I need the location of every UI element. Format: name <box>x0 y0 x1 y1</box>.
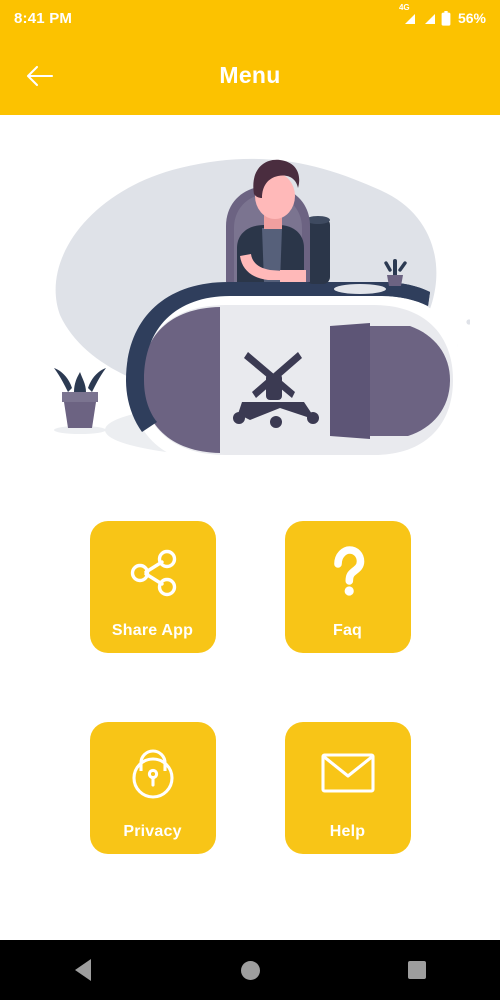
page-title: Menu <box>219 62 281 88</box>
recents-square-icon <box>407 961 426 979</box>
envelope-icon <box>285 722 411 824</box>
nav-back-button[interactable] <box>0 940 167 1000</box>
signal-4g-icon: 4G <box>399 3 416 25</box>
arrow-left-icon <box>26 65 54 87</box>
menu-grid: Share App Faq Privacy Help <box>0 521 500 854</box>
floor-plant <box>54 368 106 434</box>
menu-item-label: Privacy <box>123 823 182 840</box>
nav-recents-button[interactable] <box>333 940 500 1000</box>
status-bar: 8:41 PM 4G 56% <box>0 0 500 36</box>
nav-home-button[interactable] <box>167 940 334 1000</box>
battery-percent-label: 56% <box>457 10 486 26</box>
lock-icon <box>90 722 216 824</box>
menu-item-label: Faq <box>332 622 363 639</box>
app-bar: Menu <box>0 36 500 115</box>
battery-icon <box>441 10 451 26</box>
question-mark-icon <box>285 521 411 623</box>
home-circle-icon <box>240 960 260 980</box>
menu-item-share-app[interactable]: Share App <box>89 521 216 653</box>
status-bar-time: 8:41 PM <box>14 9 73 27</box>
person-hands <box>280 270 306 282</box>
menu-item-privacy[interactable]: Privacy <box>89 722 216 854</box>
decor-dot <box>466 319 472 325</box>
android-navigation-bar <box>0 940 500 1000</box>
share-nodes-icon <box>90 521 216 623</box>
status-bar-icons: 4G 56% <box>399 3 486 26</box>
menu-item-label: Share App <box>111 622 194 639</box>
back-triangle-icon <box>75 959 92 981</box>
person-at-desk-illustration <box>30 130 472 480</box>
main-content: Share App Faq Privacy Help <box>0 115 500 940</box>
signal-icon <box>421 12 436 25</box>
back-button[interactable] <box>20 56 60 96</box>
menu-item-faq[interactable]: Faq <box>284 521 411 653</box>
menu-item-help[interactable]: Help <box>284 722 411 854</box>
desk-laptop <box>334 284 386 294</box>
desk-right-panel-shade <box>330 323 370 439</box>
menu-item-label: Help <box>329 823 366 840</box>
